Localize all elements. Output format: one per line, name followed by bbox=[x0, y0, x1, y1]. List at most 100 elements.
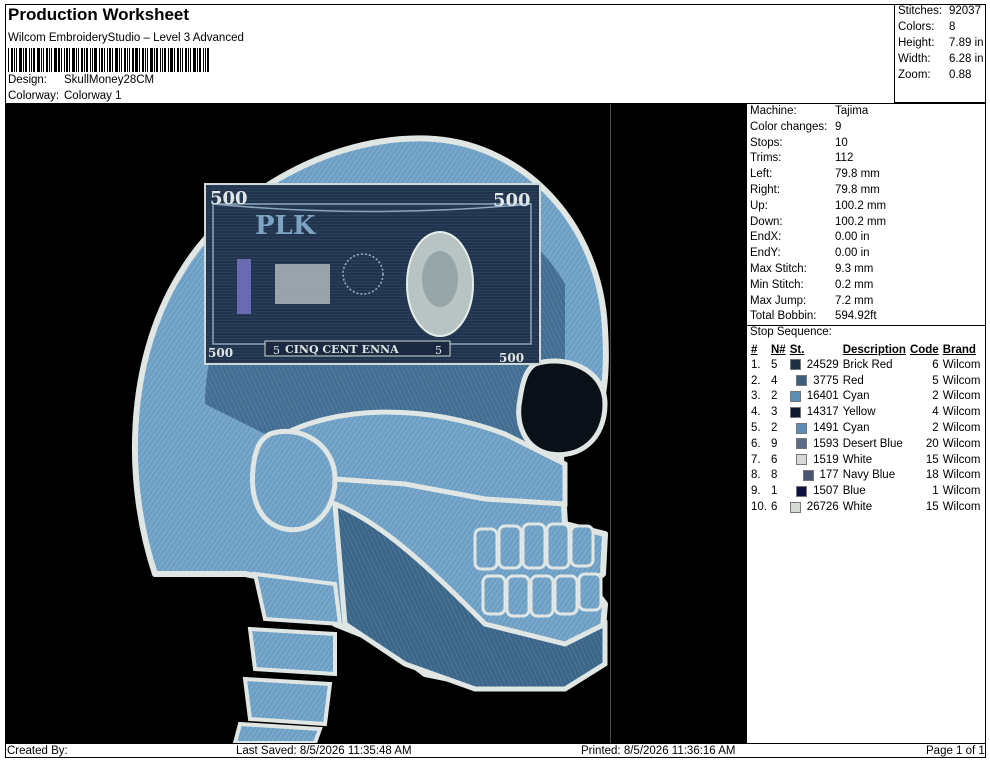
color-swatch bbox=[789, 406, 801, 418]
barcode-bar bbox=[156, 48, 158, 72]
stitch-count-cell: 16401 bbox=[788, 389, 841, 405]
zoom-row: Zoom: 0.88 bbox=[898, 69, 986, 85]
width-row: Width: 6.28 in bbox=[898, 53, 986, 69]
machine-info-row: Total Bobbin: 594.92ft bbox=[750, 310, 986, 326]
color-description: Desert Blue bbox=[842, 437, 903, 450]
banknote-denomination-bottom-right: 500 bbox=[499, 351, 524, 365]
table-row: 8. 8 177 Navy Blue 18 Wilcom bbox=[749, 468, 982, 484]
stitch-count-cell: 177 bbox=[788, 468, 841, 484]
barcode-bar bbox=[185, 48, 187, 72]
barcode-bar bbox=[207, 48, 209, 72]
color-code: 1 bbox=[932, 485, 939, 498]
barcode-bar bbox=[33, 48, 35, 72]
colors-label: Colors: bbox=[898, 21, 935, 33]
machine-info-panel: Stop Sequence: # N# St. Description Code… bbox=[746, 104, 986, 743]
barcode-bar bbox=[142, 48, 144, 72]
barcode-bar bbox=[160, 48, 161, 72]
machine-info-row: Max Jump: 7.2 mm bbox=[750, 295, 986, 311]
barcode-bar bbox=[81, 48, 83, 72]
machine-info-value: 0.2 mm bbox=[835, 278, 874, 291]
eye-socket bbox=[516, 358, 608, 458]
height-row: Height: 7.89 in bbox=[898, 37, 986, 53]
barcode-bar bbox=[197, 48, 198, 72]
barcode-bar bbox=[76, 48, 77, 72]
table-row: 4. 3 14317 Yellow 4 Wilcom bbox=[749, 404, 982, 420]
barcode-bar bbox=[147, 48, 148, 72]
banknote-figure bbox=[237, 259, 251, 314]
barcode-bar bbox=[8, 48, 9, 72]
machine-info-value: 100.2 mm bbox=[835, 215, 887, 228]
banknote-caption: CINQ CENT ENNA bbox=[285, 343, 399, 356]
stitch-count: 177 bbox=[819, 469, 839, 482]
color-description: Cyan bbox=[842, 390, 870, 403]
color-code: 2 bbox=[932, 422, 939, 435]
needle-number: 1 bbox=[771, 485, 778, 498]
stitch-count: 24529 bbox=[806, 358, 839, 371]
machine-info-label: Left: bbox=[750, 168, 773, 181]
needle-number: 2 bbox=[771, 390, 778, 403]
hoop-guide-line bbox=[610, 104, 611, 743]
stitch-count: 3775 bbox=[813, 374, 839, 387]
thread-brand: Wilcom bbox=[942, 453, 981, 466]
page-number: Page 1 of 1 bbox=[926, 745, 985, 757]
color-description: Brick Red bbox=[842, 358, 893, 371]
machine-info-value: Tajima bbox=[835, 105, 869, 117]
barcode-bar bbox=[174, 48, 175, 72]
stitch-count: 26726 bbox=[806, 501, 839, 514]
machine-info-row: Right: 79.8 mm bbox=[750, 184, 986, 200]
needle-number: 3 bbox=[771, 406, 778, 419]
barcode-bar bbox=[104, 48, 105, 72]
machine-info-row: Left: 79.8 mm bbox=[750, 168, 986, 184]
color-description: Cyan bbox=[842, 422, 870, 435]
machine-info-label: EndY: bbox=[750, 247, 781, 260]
machine-info-label: Stops: bbox=[750, 136, 783, 149]
needle-number: 6 bbox=[771, 453, 778, 466]
stop-number: 7. bbox=[751, 453, 761, 466]
software-subtitle: Wilcom EmbroideryStudio – Level 3 Advanc… bbox=[8, 32, 244, 44]
barcode-bar bbox=[121, 48, 122, 72]
machine-info-label: EndX: bbox=[750, 231, 782, 244]
machine-info-value: 9 bbox=[835, 120, 842, 133]
table-header-row: # N# St. Description Code Brand bbox=[749, 342, 982, 357]
machine-info-label: Max Jump: bbox=[750, 294, 807, 307]
stitch-count: 1491 bbox=[813, 422, 839, 435]
banknote-denomination-top-right: 500 bbox=[493, 190, 531, 211]
barcode-bar bbox=[86, 48, 88, 72]
color-description: Red bbox=[842, 374, 864, 387]
column-header-needle: N# bbox=[771, 343, 786, 356]
machine-info-value: 112 bbox=[835, 152, 854, 165]
barcode-bar bbox=[16, 48, 17, 72]
stop-number: 3. bbox=[751, 390, 761, 403]
barcode-bar bbox=[190, 48, 191, 72]
color-swatch bbox=[789, 501, 801, 513]
barcode-bar bbox=[29, 48, 30, 72]
machine-info-label: Total Bobbin: bbox=[750, 310, 817, 323]
table-row: 3. 2 16401 Cyan 2 Wilcom bbox=[749, 389, 982, 405]
stitch-count-cell: 1593 bbox=[788, 436, 841, 452]
color-swatch bbox=[789, 390, 801, 402]
summary-stats: Stitches: 92037 Colors: 8 Height: 7.89 in W… bbox=[894, 4, 986, 103]
thread-brand: Wilcom bbox=[942, 422, 981, 435]
color-code: 2 bbox=[932, 390, 939, 403]
needle-number: 5 bbox=[771, 358, 778, 371]
color-description: White bbox=[842, 501, 873, 514]
stop-number: 1. bbox=[751, 358, 761, 371]
thread-brand: Wilcom bbox=[942, 374, 981, 387]
stitch-count: 14317 bbox=[806, 406, 839, 419]
barcode-bar bbox=[109, 48, 111, 72]
machine-info-label: Max Stitch: bbox=[750, 263, 807, 275]
barcode-bar bbox=[66, 48, 68, 72]
table-row: 6. 9 1593 Desert Blue 20 Wilcom bbox=[749, 436, 982, 452]
machine-info-row: Trims: 112 bbox=[750, 152, 986, 168]
stop-sequence-title: Stop Sequence: bbox=[750, 326, 832, 338]
color-code: 5 bbox=[932, 374, 939, 387]
barcode-bar bbox=[90, 48, 91, 72]
stitch-count-cell: 14317 bbox=[788, 404, 841, 420]
color-description: Blue bbox=[842, 485, 866, 498]
barcode-bar bbox=[43, 48, 44, 72]
banknote-code: PLK bbox=[255, 211, 317, 241]
barcode-bar bbox=[182, 48, 183, 72]
machine-info-row: Up: 100.2 mm bbox=[750, 200, 986, 216]
machine-info-row: EndY: 0.00 in bbox=[750, 247, 986, 263]
table-row: 9. 1 1507 Blue 1 Wilcom bbox=[749, 483, 982, 499]
